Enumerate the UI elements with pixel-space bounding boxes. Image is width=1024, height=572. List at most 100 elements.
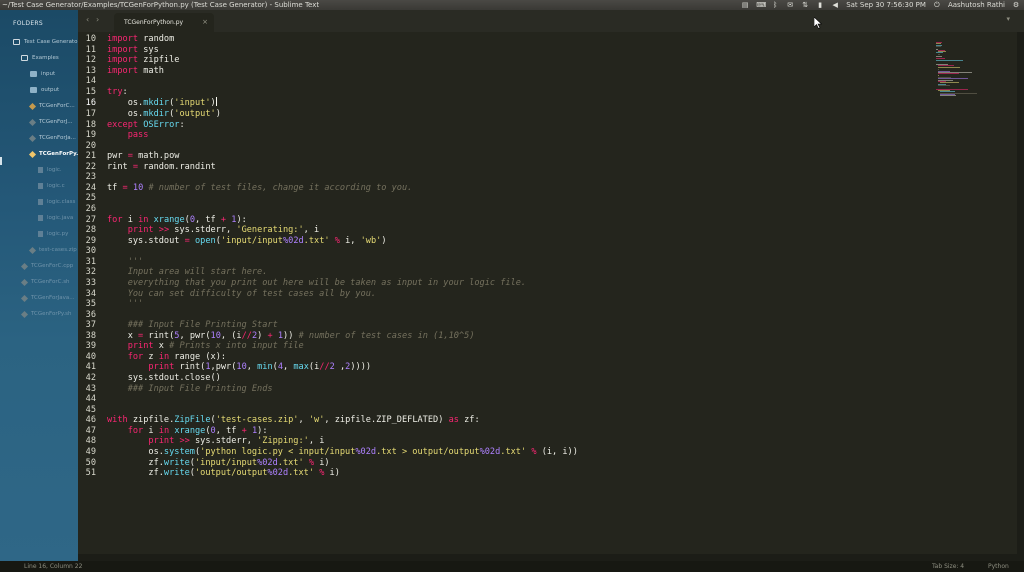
mail-icon[interactable]: ✉: [786, 1, 794, 9]
nav-back-icon[interactable]: ‹: [86, 15, 89, 24]
sidebar-item[interactable]: logic.c: [38, 181, 65, 191]
code-line[interactable]: 44: [78, 394, 578, 405]
minimap-line: [937, 74, 940, 76]
network-icon[interactable]: ⇅: [801, 1, 809, 9]
sidebar-item[interactable]: TCGenForPy...: [28, 149, 78, 159]
minimap[interactable]: [936, 42, 1016, 102]
code-line[interactable]: 13 import math: [78, 66, 578, 77]
code-editor[interactable]: 10 import random 11 import sys 12 import zipf…: [78, 32, 1017, 554]
battery-icon[interactable]: ▮: [816, 1, 824, 9]
code-line[interactable]: 20: [78, 141, 578, 152]
keyboard-icon[interactable]: ⌨: [756, 1, 766, 9]
sidebar-item[interactable]: input: [30, 69, 55, 79]
sidebar-item[interactable]: Examples: [21, 53, 59, 63]
mouse-pointer-icon: [814, 17, 822, 29]
power-icon[interactable]: ⏻: [933, 1, 941, 9]
sidebar-item[interactable]: TCGenForJa...: [28, 133, 76, 143]
file-icon: [28, 134, 37, 142]
sidebar-item[interactable]: TCGenForPy.sh: [20, 309, 72, 319]
code-line[interactable]: 11 import sys: [78, 45, 578, 56]
code-text: try:: [107, 86, 128, 97]
code-text: ''': [107, 256, 144, 267]
code-area[interactable]: 10 import random 11 import sys 12 import zipf…: [78, 34, 578, 479]
code-line[interactable]: 50 zf.write('input/input%02d.txt' % i): [78, 458, 578, 469]
code-line[interactable]: 10 import random: [78, 34, 578, 45]
code-line[interactable]: 42 sys.stdout.close(): [78, 373, 578, 384]
code-line[interactable]: 21 pwr = math.pow: [78, 151, 578, 162]
code-line[interactable]: 39 print x # Prints x into input file: [78, 341, 578, 352]
sidebar-item[interactable]: output: [30, 85, 59, 95]
code-line[interactable]: 34 You can set difficulty of test cases …: [78, 289, 578, 300]
line-number: 21: [85, 151, 96, 162]
code-line[interactable]: 46 with zipfile.ZipFile('test-cases.zip',…: [78, 415, 578, 426]
code-line[interactable]: 33 everything that you print out here wi…: [78, 278, 578, 289]
sidebar-item[interactable]: test-cases.zip: [28, 245, 77, 255]
sidebar-item[interactable]: TCGenForC.cpp: [20, 261, 73, 271]
code-line[interactable]: 19 pass: [78, 130, 578, 141]
code-text: import random: [107, 34, 175, 44]
code-line[interactable]: 22 rint = random.randint: [78, 162, 578, 173]
user-name[interactable]: Aashutosh Rathi: [948, 0, 1005, 10]
sidebar-item[interactable]: TCGenForC.sh: [20, 277, 70, 287]
tab-size[interactable]: Tab Size: 4: [932, 561, 964, 572]
line-number: 51: [85, 468, 96, 479]
code-line[interactable]: 16 os.mkdir('input'): [78, 97, 578, 109]
sidebar-item[interactable]: Test Case Generator: [13, 37, 78, 47]
volume-icon[interactable]: ◀: [831, 1, 839, 9]
code-line[interactable]: 23: [78, 172, 578, 183]
code-text: import math: [107, 65, 164, 76]
minimap-line: [937, 53, 940, 55]
line-number: 42: [85, 373, 96, 383]
code-line[interactable]: 31 ''': [78, 257, 578, 268]
sidebar-item-label: TCGenForPy.sh: [31, 311, 72, 317]
sidebar-item[interactable]: logic.java: [38, 213, 73, 223]
code-line[interactable]: 17 os.mkdir('output'): [78, 109, 578, 120]
code-line[interactable]: 26: [78, 204, 578, 215]
code-line[interactable]: 28 print >> sys.stderr, 'Generating:', i: [78, 225, 578, 236]
code-line[interactable]: 29 sys.stdout = open('input/input%02d.tx…: [78, 236, 578, 247]
code-line[interactable]: 45: [78, 405, 578, 416]
code-line[interactable]: 49 os.system('python logic.py < input/in…: [78, 447, 578, 458]
settings-gear-icon[interactable]: ⚙: [1012, 1, 1020, 9]
code-line[interactable]: 32 Input area will start here.: [78, 267, 578, 278]
code-line[interactable]: 24 tf = 10 # number of test files, change…: [78, 183, 578, 194]
sidebar-item-label: Examples: [32, 55, 59, 61]
code-line[interactable]: 40 for z in range (x):: [78, 352, 578, 363]
tab-close-icon[interactable]: ×: [202, 13, 208, 32]
tab-tcgenforpython[interactable]: TCGenForPython.py ×: [114, 13, 214, 32]
code-line[interactable]: 38 x = rint(5, pwr(10, (i//2) + 1)) # nu…: [78, 331, 578, 342]
sidebar-item[interactable]: TCGenForJ...: [28, 117, 72, 127]
code-line[interactable]: 43 ### Input File Printing Ends: [78, 384, 578, 395]
sidebar-item[interactable]: TCGenForJava...: [20, 293, 74, 303]
code-line[interactable]: 15 try:: [78, 87, 578, 98]
code-line[interactable]: 14: [78, 76, 578, 87]
code-line[interactable]: 12 import zipfile: [78, 55, 578, 66]
sidebar-item[interactable]: TCGenForC...: [28, 101, 75, 111]
code-text: print >> sys.stderr, 'Generating:', i: [127, 225, 320, 236]
code-line[interactable]: 18 except OSError:: [78, 120, 578, 131]
code-line[interactable]: 51 zf.write('output/output%02d.txt' % i): [78, 468, 578, 479]
code-line[interactable]: 35 ''': [78, 299, 578, 310]
code-line[interactable]: 27 for i in xrange(0, tf + 1):: [78, 215, 578, 226]
sidebar-item[interactable]: logic.py: [38, 229, 68, 239]
code-line[interactable]: 36: [78, 310, 578, 321]
code-text: os.mkdir('output'): [107, 108, 221, 119]
code-line[interactable]: 41 print rint(1,pwr(10, min(4, max(i//2 …: [78, 362, 578, 373]
code-line[interactable]: 48 print >> sys.stderr, 'Zipping:', i: [78, 436, 578, 447]
dropbox-icon[interactable]: ▤: [741, 1, 749, 9]
code-line[interactable]: 30: [78, 246, 578, 257]
text-caret: [215, 97, 217, 107]
clock[interactable]: Sat Sep 30 7:56:30 PM: [846, 0, 926, 10]
tab-dropdown-icon[interactable]: ▾: [1006, 15, 1010, 23]
folder-open-icon: [21, 55, 28, 61]
bluetooth-icon[interactable]: ᛒ: [771, 1, 779, 9]
code-line[interactable]: 47 for i in xrange(0, tf + 1):: [78, 426, 578, 437]
syntax-selector[interactable]: Python: [988, 561, 1009, 572]
code-line[interactable]: 37 ### Input File Printing Start: [78, 320, 578, 331]
nav-forward-icon[interactable]: ›: [96, 15, 99, 24]
sidebar-item[interactable]: logic.class: [38, 197, 75, 207]
sidebar-item[interactable]: logic.: [38, 165, 62, 175]
code-line[interactable]: 25: [78, 193, 578, 204]
line-number: 33: [85, 277, 96, 288]
file-icon: [28, 102, 37, 110]
